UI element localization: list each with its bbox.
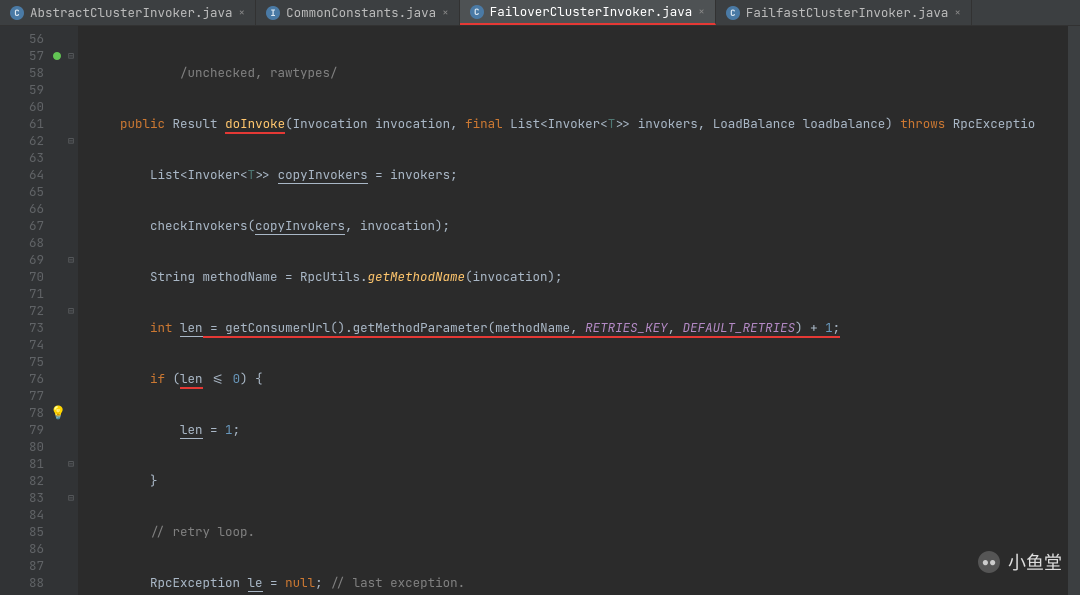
tab-label: CommonConstants.java bbox=[286, 4, 436, 21]
java-file-icon: C bbox=[10, 6, 24, 20]
code-line: public Result doInvoke(Invocation invoca… bbox=[90, 115, 1080, 132]
code-line: int len = getConsumerUrl().getMethodPara… bbox=[90, 319, 1080, 336]
scrollbar-track[interactable] bbox=[1068, 26, 1080, 595]
close-icon[interactable]: × bbox=[954, 6, 961, 20]
editor-area: 5657585960616263646566676869707172737475… bbox=[0, 26, 1080, 595]
java-file-icon: I bbox=[266, 6, 280, 20]
code-line: len = 1; bbox=[90, 421, 1080, 438]
java-file-icon: C bbox=[470, 5, 484, 19]
tab-failfastclusterinvoker[interactable]: C FailfastClusterInvoker.java × bbox=[716, 0, 972, 25]
gutter-markers: 💡 bbox=[50, 26, 64, 595]
tab-label: AbstractClusterInvoker.java bbox=[30, 4, 233, 21]
java-file-icon: C bbox=[726, 6, 740, 20]
editor-tabs: C AbstractClusterInvoker.java × I Common… bbox=[0, 0, 1080, 26]
code-line: String methodName = RpcUtils.getMethodNa… bbox=[90, 268, 1080, 285]
close-icon[interactable]: × bbox=[698, 5, 705, 19]
code-line: } bbox=[90, 472, 1080, 489]
wechat-icon: ●● bbox=[978, 551, 1000, 573]
close-icon[interactable]: × bbox=[239, 6, 246, 20]
code-line: RpcException le = null; // last exceptio… bbox=[90, 574, 1080, 591]
tab-abstractclusterinvoker[interactable]: C AbstractClusterInvoker.java × bbox=[0, 0, 256, 25]
watermark-text: 小鱼堂 bbox=[1008, 549, 1062, 575]
tab-label: FailfastClusterInvoker.java bbox=[746, 4, 949, 21]
fold-column: ⊟⊟⊟⊟⊟⊟ bbox=[64, 26, 78, 595]
tab-label: FailoverClusterInvoker.java bbox=[490, 3, 693, 20]
code-viewport[interactable]: /unchecked, rawtypes/ public Result doIn… bbox=[78, 26, 1080, 595]
code-line: List<Invoker<T>> copyInvokers = invokers… bbox=[90, 166, 1080, 183]
code-line: checkInvokers(copyInvokers, invocation); bbox=[90, 217, 1080, 234]
tab-failoverclusterinvoker[interactable]: C FailoverClusterInvoker.java × bbox=[460, 0, 716, 25]
code-line: // retry loop. bbox=[90, 523, 1080, 540]
code-line: if (len <= 0) { bbox=[90, 370, 1080, 387]
code-line: /unchecked, rawtypes/ bbox=[90, 64, 1080, 81]
tab-commonconstants[interactable]: I CommonConstants.java × bbox=[256, 0, 460, 25]
run-gutter-icon[interactable] bbox=[53, 52, 61, 60]
watermark: ●● 小鱼堂 bbox=[978, 549, 1062, 575]
line-number-gutter: 5657585960616263646566676869707172737475… bbox=[0, 26, 50, 595]
close-icon[interactable]: × bbox=[442, 6, 449, 20]
